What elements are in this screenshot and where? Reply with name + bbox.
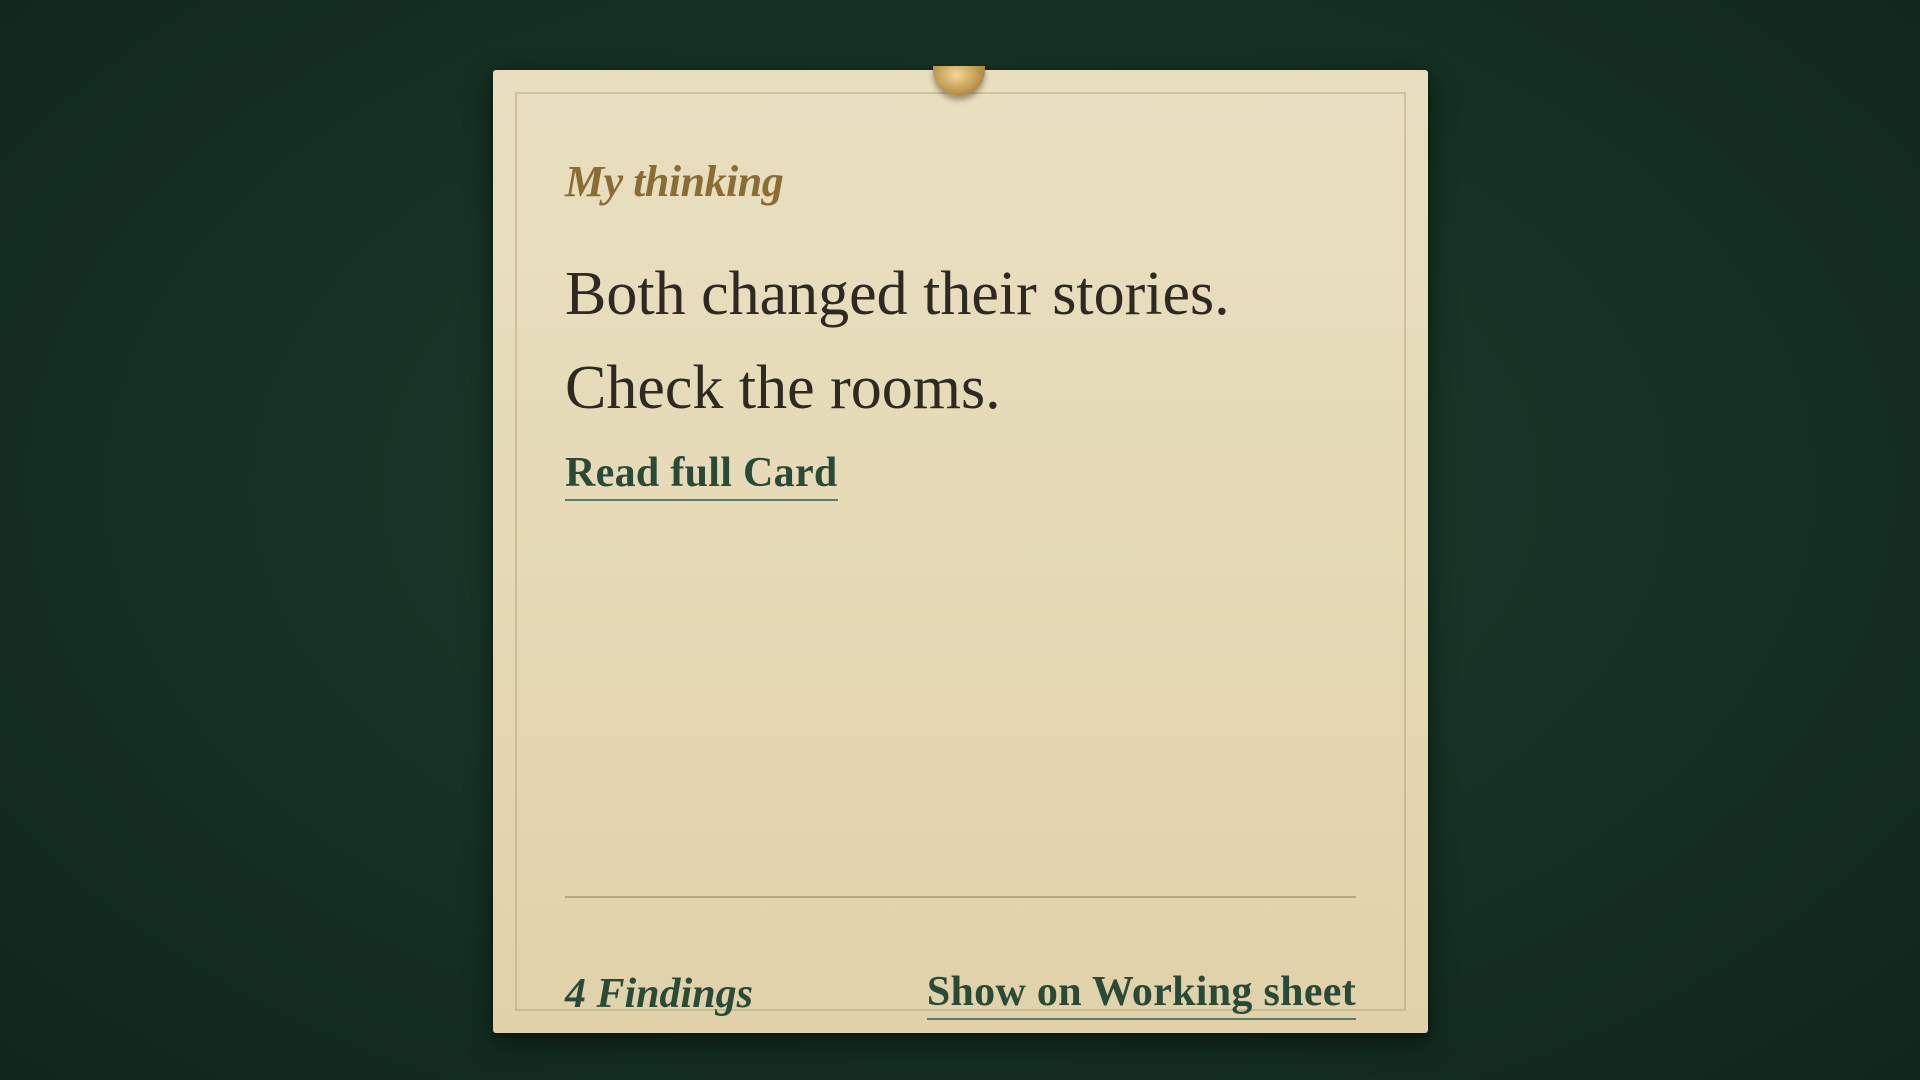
card-eyebrow: My thinking [565, 157, 784, 206]
card-content: My thinking Both changed their stories. … [565, 150, 1356, 1020]
card-footer: 4 Findings Show on Working sheet [565, 968, 1356, 1020]
findings-count: 4 Findings [565, 971, 753, 1017]
card-divider [565, 896, 1356, 898]
read-full-card-link[interactable]: Read full Card [565, 449, 838, 501]
show-on-working-sheet-link[interactable]: Show on Working sheet [926, 968, 1356, 1020]
card-headline: Both changed their stories. Check the ro… [565, 260, 1230, 422]
board: My thinking Both changed their stories. … [0, 0, 1920, 1080]
pushpin-icon [933, 66, 985, 96]
thinking-card: My thinking Both changed their stories. … [493, 66, 1428, 1033]
